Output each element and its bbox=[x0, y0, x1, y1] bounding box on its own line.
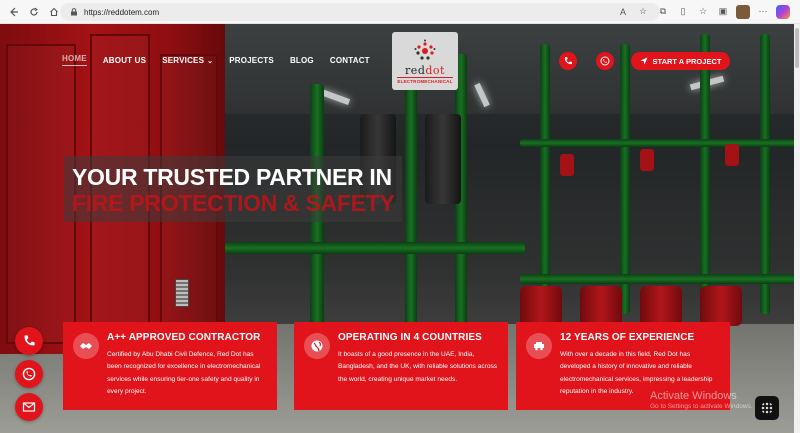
floating-whatsapp-button[interactable] bbox=[15, 360, 43, 388]
send-icon bbox=[640, 57, 648, 65]
phone-icon bbox=[564, 57, 572, 65]
favorites-icon[interactable]: ☆ bbox=[696, 5, 710, 19]
nav-services[interactable]: SERVICES ⌄ bbox=[162, 56, 213, 65]
more-menu-icon[interactable]: ⋯ bbox=[756, 5, 770, 19]
whatsapp-button[interactable] bbox=[596, 52, 614, 70]
favorite-star-icon[interactable]: ☆ bbox=[636, 5, 650, 19]
feature-card-body: It boasts of a good presence in the UAE,… bbox=[338, 351, 498, 383]
nav-services-label: SERVICES bbox=[162, 55, 205, 65]
whatsapp-icon bbox=[600, 56, 610, 66]
nav-home[interactable]: HOME bbox=[62, 54, 87, 66]
extensions-icon[interactable]: ⧉ bbox=[656, 5, 670, 19]
refresh-icon bbox=[30, 7, 38, 16]
nav-about-us[interactable]: ABOUT US bbox=[103, 56, 146, 65]
scrollbar-thumb[interactable] bbox=[795, 28, 799, 68]
globe-icon bbox=[304, 333, 330, 359]
url-text: https://reddotem.com bbox=[84, 7, 160, 17]
split-screen-icon[interactable]: ▯ bbox=[676, 5, 690, 19]
hero-line-1: YOUR TRUSTED PARTNER IN bbox=[72, 164, 392, 190]
truck-icon bbox=[526, 333, 552, 359]
nav-projects[interactable]: PROJECTS bbox=[229, 56, 274, 65]
logo-subtitle: ELECTROMECHANICAL bbox=[397, 76, 453, 84]
start-project-button[interactable]: START A PROJECT bbox=[631, 52, 730, 70]
watermark-line-2: Go to Settings to activate Windows. bbox=[650, 403, 753, 410]
windows-activation-watermark: Activate Windows Go to Settings to activ… bbox=[650, 390, 753, 410]
whatsapp-icon bbox=[22, 367, 36, 381]
feature-card-title: OPERATING IN 4 COUNTRIES bbox=[338, 332, 482, 343]
phone-button[interactable] bbox=[559, 52, 577, 70]
copilot-icon[interactable] bbox=[776, 4, 790, 19]
page-scrollbar[interactable] bbox=[794, 24, 800, 433]
refresh-button[interactable] bbox=[24, 2, 44, 22]
logo-dot-mark bbox=[414, 39, 436, 60]
profile-avatar[interactable] bbox=[736, 4, 750, 19]
logo-word-dot: dot bbox=[425, 63, 445, 77]
phone-icon bbox=[24, 335, 35, 346]
floating-email-button[interactable] bbox=[15, 393, 43, 421]
chevron-down-icon: ⌄ bbox=[207, 57, 214, 65]
start-project-label: START A PROJECT bbox=[652, 56, 722, 66]
lock-icon bbox=[71, 8, 77, 16]
watermark-line-1: Activate Windows bbox=[650, 390, 737, 402]
hero-section: HOME ABOUT US SERVICES ⌄ PROJECTS BLOG CO… bbox=[0, 24, 800, 433]
nav-contact[interactable]: CONTACT bbox=[330, 56, 370, 65]
handshake-icon bbox=[73, 333, 99, 359]
site-logo[interactable]: reddot ELECTROMECHANICAL bbox=[392, 32, 458, 90]
envelope-icon bbox=[22, 402, 36, 412]
home-icon bbox=[50, 7, 58, 16]
floating-call-button[interactable] bbox=[15, 327, 43, 355]
address-bar[interactable]: https://reddotem.com bbox=[60, 3, 660, 21]
collections-icon[interactable]: ▣ bbox=[716, 5, 730, 19]
hero-line-2: FIRE PROTECTION & SAFETY bbox=[72, 190, 395, 216]
back-button[interactable] bbox=[4, 2, 24, 22]
arrow-left-icon bbox=[10, 7, 18, 16]
logo-wordmark: reddot bbox=[405, 64, 445, 77]
read-aloud-icon[interactable]: A bbox=[616, 5, 630, 19]
nav-blog[interactable]: BLOG bbox=[290, 56, 314, 65]
feature-card: A++ APPROVED CONTRACTOR Certified by Abu… bbox=[63, 322, 277, 410]
logo-word-red: red bbox=[405, 63, 426, 77]
main-nav: HOME ABOUT US SERVICES ⌄ PROJECTS BLOG CO… bbox=[62, 54, 386, 66]
feature-card: OPERATING IN 4 COUNTRIES It boasts of a … bbox=[294, 322, 508, 410]
chat-widget-button[interactable] bbox=[755, 396, 779, 420]
browser-toolbar: https://reddotem.com A ☆ ⧉ ▯ ☆ ▣ ⋯ bbox=[0, 0, 800, 24]
hero-headline: YOUR TRUSTED PARTNER IN FIRE PROTECTION … bbox=[64, 156, 403, 222]
feature-card-title: 12 YEARS OF EXPERIENCE bbox=[560, 332, 695, 343]
feature-card-body: Certified by Abu Dhabi Civil Defence, Re… bbox=[107, 351, 261, 396]
feature-card-title: A++ APPROVED CONTRACTOR bbox=[107, 332, 261, 343]
